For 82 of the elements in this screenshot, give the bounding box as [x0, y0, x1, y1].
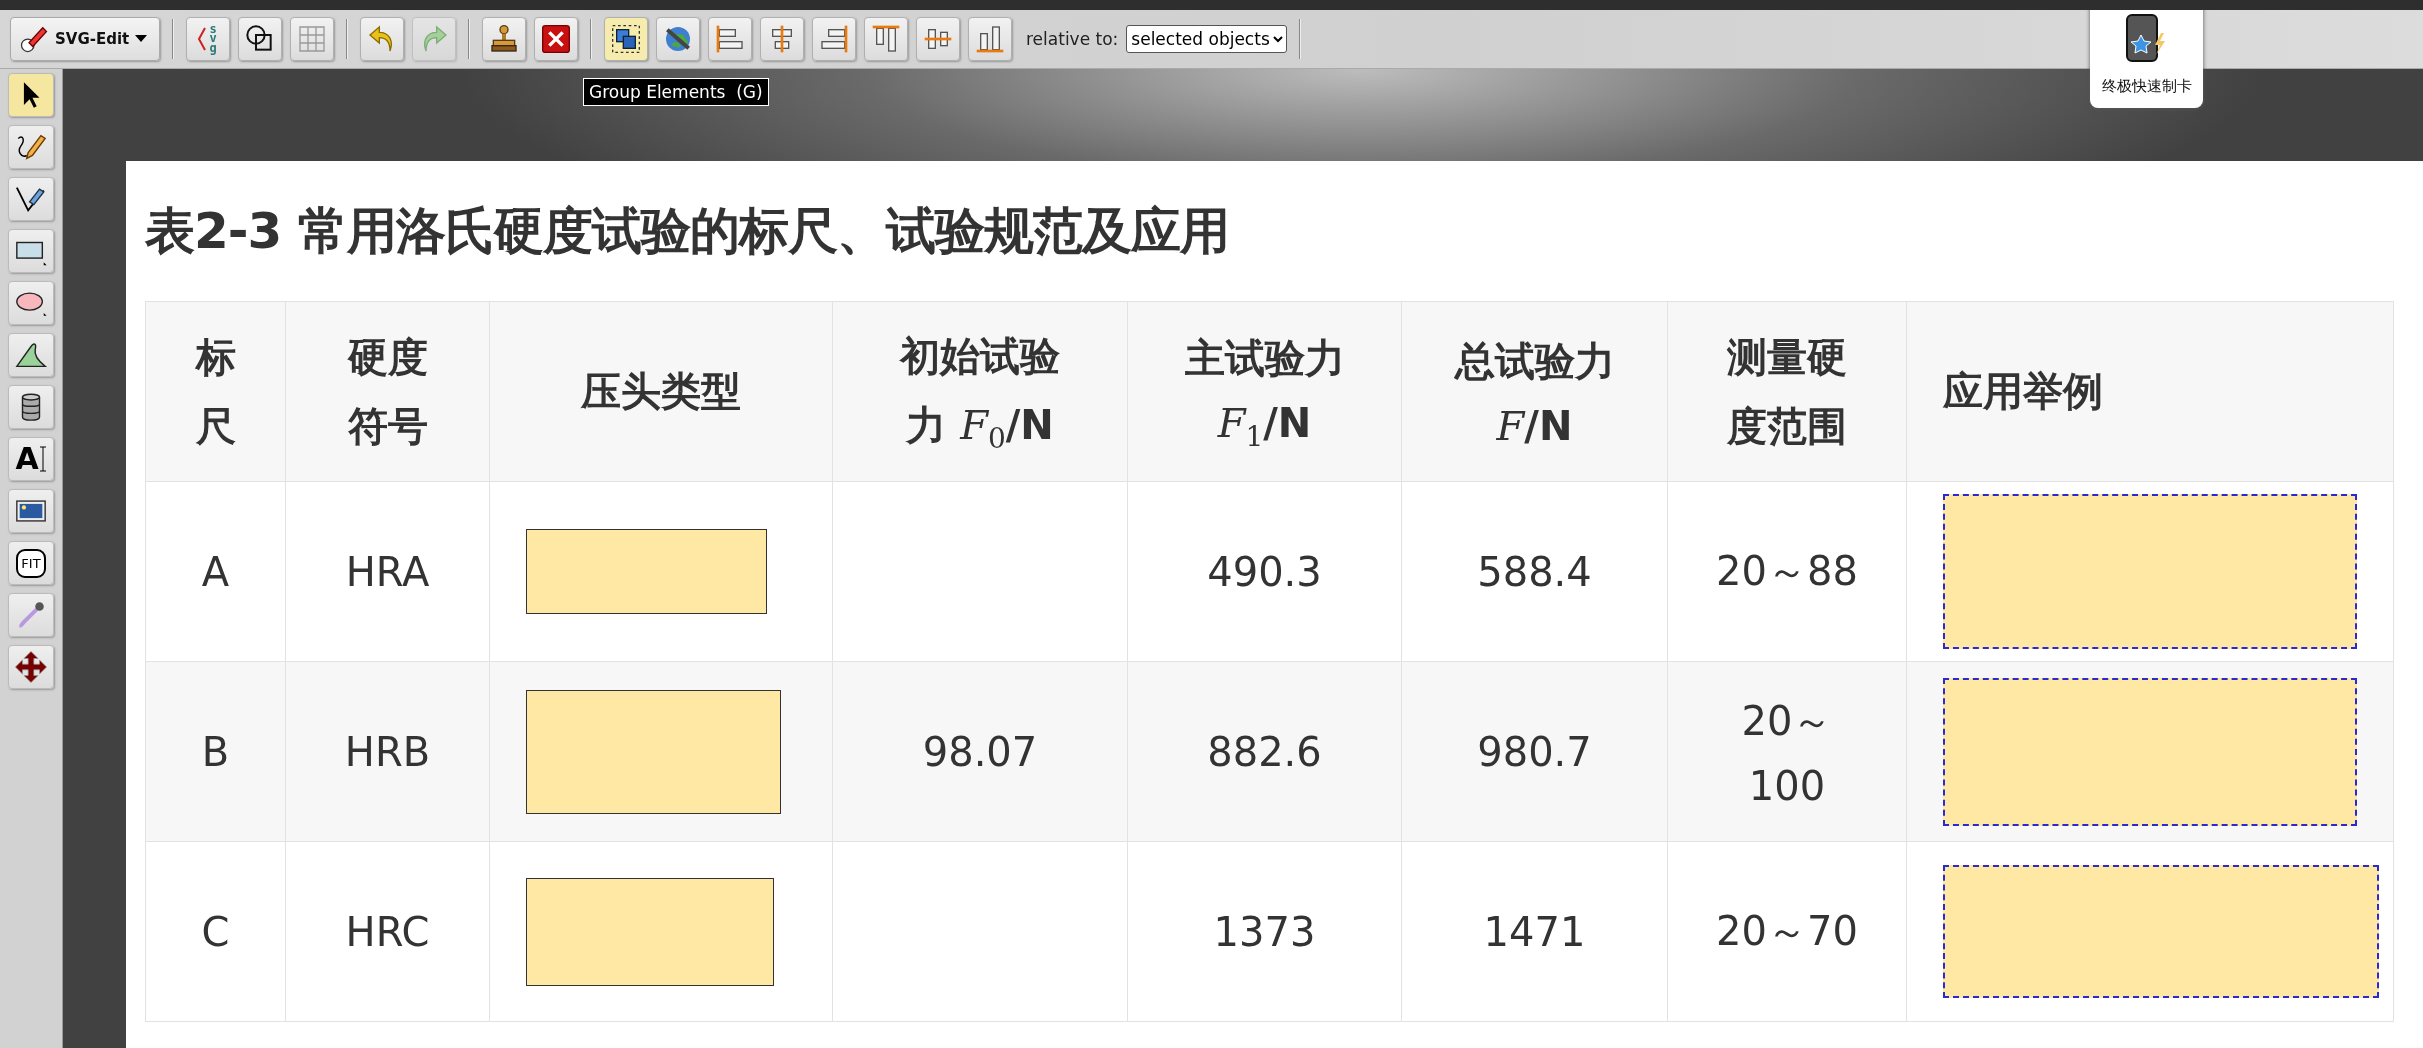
- ellipse-tool-button[interactable]: [8, 281, 54, 325]
- table-cell-text: HRB: [344, 728, 431, 775]
- table-cell-text: A: [201, 548, 230, 595]
- delete-icon: [540, 23, 572, 55]
- column-header: 尺: [195, 401, 236, 451]
- image-tool-button[interactable]: [8, 489, 54, 533]
- rectangle-shape[interactable]: [526, 529, 767, 614]
- align-right-icon: [818, 23, 850, 55]
- source-button[interactable]: svg: [186, 17, 230, 61]
- link-button[interactable]: [656, 17, 700, 61]
- group-button[interactable]: [604, 17, 648, 61]
- path-tool-button[interactable]: [8, 333, 54, 377]
- table-cell-text: 588.4: [1477, 548, 1592, 595]
- column-header: F$_{1}$/N: [1217, 399, 1312, 453]
- align-bottom-icon: [974, 23, 1006, 55]
- stamp-icon: [488, 23, 520, 55]
- table-cell-text: 100: [1748, 763, 1826, 809]
- rect-tool-button[interactable]: [8, 229, 54, 273]
- pencil-tool-button[interactable]: [8, 125, 54, 169]
- table-cell-text: HRC: [345, 908, 430, 955]
- column-header: 主试验力: [1184, 333, 1345, 383]
- move-icon: [14, 650, 48, 684]
- rectangle-shape[interactable]: [526, 689, 781, 814]
- text-cursor-icon: [38, 446, 47, 472]
- align-top-icon: [870, 23, 902, 55]
- move-tool-button[interactable]: [8, 645, 54, 689]
- table-cell-text: 20～70: [1716, 907, 1858, 956]
- rectangle-shape[interactable]: [1943, 865, 2379, 998]
- align-right-button[interactable]: [812, 17, 856, 61]
- app-menu-button[interactable]: SVG-Edit: [10, 17, 160, 61]
- text-tool-button[interactable]: A: [8, 437, 54, 481]
- table-title: 表2-3 常用洛氏硬度试验的标尺、试验规范及应用: [145, 200, 1230, 262]
- rectangle-shape[interactable]: [1943, 677, 2357, 826]
- shapes-tool-button[interactable]: [8, 385, 54, 429]
- delete-button[interactable]: [534, 17, 578, 61]
- align-bottom-button[interactable]: [968, 17, 1012, 61]
- table-cell-text: 490.3: [1207, 548, 1322, 595]
- popup-card[interactable]: 终极快速制卡: [2090, 10, 2203, 108]
- align-left-icon: [714, 23, 746, 55]
- eyedropper-tool-button[interactable]: [8, 593, 54, 637]
- table-cell-text: HRA: [345, 548, 430, 595]
- rectangle-shape[interactable]: [526, 877, 774, 986]
- column-header: 力 F$_{0}$/N: [906, 400, 1054, 455]
- relative-to-select[interactable]: selected objects: [1126, 25, 1288, 53]
- align-center-button[interactable]: [760, 17, 804, 61]
- select-tool-button[interactable]: [8, 73, 54, 117]
- import-button[interactable]: [482, 17, 526, 61]
- logo-icon: [19, 24, 49, 54]
- popup-label: 终极快速制卡: [2101, 77, 2192, 96]
- column-header: 度范围: [1727, 401, 1847, 451]
- wireframe-button[interactable]: [238, 17, 282, 61]
- relative-to-label: relative to:: [1026, 29, 1119, 49]
- table-cell-text: 980.7: [1477, 728, 1592, 775]
- column-header: 测量硬: [1727, 332, 1847, 382]
- column-header: 压头类型: [581, 367, 741, 416]
- grid-icon: [296, 23, 328, 55]
- column-header: 应用举例: [1943, 367, 2103, 416]
- column-header: 硬度: [347, 332, 428, 382]
- tooltip: Group Elements (G): [583, 78, 769, 106]
- table-cell-text: 98.07: [922, 728, 1038, 775]
- align-top-button[interactable]: [864, 17, 908, 61]
- column-header: F/N: [1496, 403, 1573, 449]
- table-cell-text: B: [201, 728, 230, 775]
- column-header: 总试验力: [1454, 337, 1615, 386]
- column-header: 符号: [347, 401, 428, 451]
- table-cell-text: 20～: [1741, 697, 1833, 746]
- table-cell-text: 20～88: [1716, 547, 1858, 596]
- caret-icon: [135, 35, 148, 43]
- table-cell-text: C: [201, 908, 230, 955]
- align-left-button[interactable]: [708, 17, 752, 61]
- undo-button[interactable]: [360, 17, 404, 61]
- table-cell-text: 1471: [1483, 908, 1586, 955]
- rectangle-shape[interactable]: [1943, 494, 2357, 649]
- table-cell-text: 882.6: [1207, 728, 1322, 775]
- column-header: 初始试验: [900, 331, 1060, 381]
- pen-tool-button[interactable]: [8, 177, 54, 221]
- table-cell-text: 1373: [1213, 908, 1316, 955]
- group-icon: [610, 23, 642, 55]
- zoom-tool-button[interactable]: FIT: [8, 541, 54, 585]
- column-header: 标: [195, 332, 236, 382]
- chevron-icon: [197, 26, 207, 52]
- align-middle-button[interactable]: [916, 17, 960, 61]
